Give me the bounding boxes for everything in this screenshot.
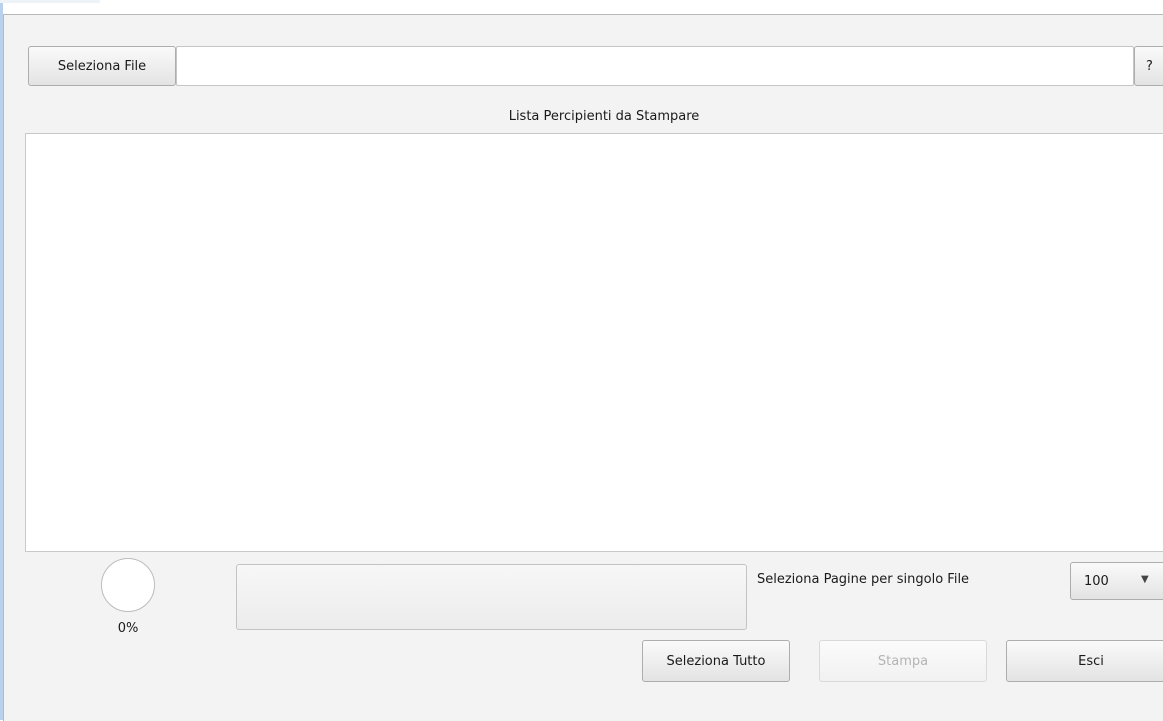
- progress-percent: 0%: [117, 621, 139, 636]
- pages-per-file-value: 100: [1084, 573, 1109, 589]
- print-button[interactable]: Stampa: [819, 640, 987, 682]
- progress-indicator: [101, 558, 155, 612]
- main-window: Seleziona File ? Lista Percipienti da St…: [3, 14, 1163, 721]
- select-file-button[interactable]: Seleziona File: [28, 46, 176, 86]
- recipients-list-title: Lista Percipienti da Stampare: [508, 109, 700, 124]
- pages-per-file-select[interactable]: 100 ▼: [1070, 562, 1163, 600]
- file-path-input[interactable]: [176, 46, 1134, 86]
- exit-button[interactable]: Esci: [1006, 640, 1163, 682]
- recipients-list[interactable]: [25, 133, 1163, 552]
- pages-per-file-label: Seleziona Pagine per singolo File: [757, 572, 970, 587]
- window-frame-highlight: [0, 0, 100, 3]
- help-button[interactable]: ?: [1134, 46, 1163, 86]
- progress-bar: [236, 564, 747, 630]
- select-all-button[interactable]: Seleziona Tutto: [642, 640, 790, 682]
- chevron-down-icon: ▼: [1141, 574, 1149, 585]
